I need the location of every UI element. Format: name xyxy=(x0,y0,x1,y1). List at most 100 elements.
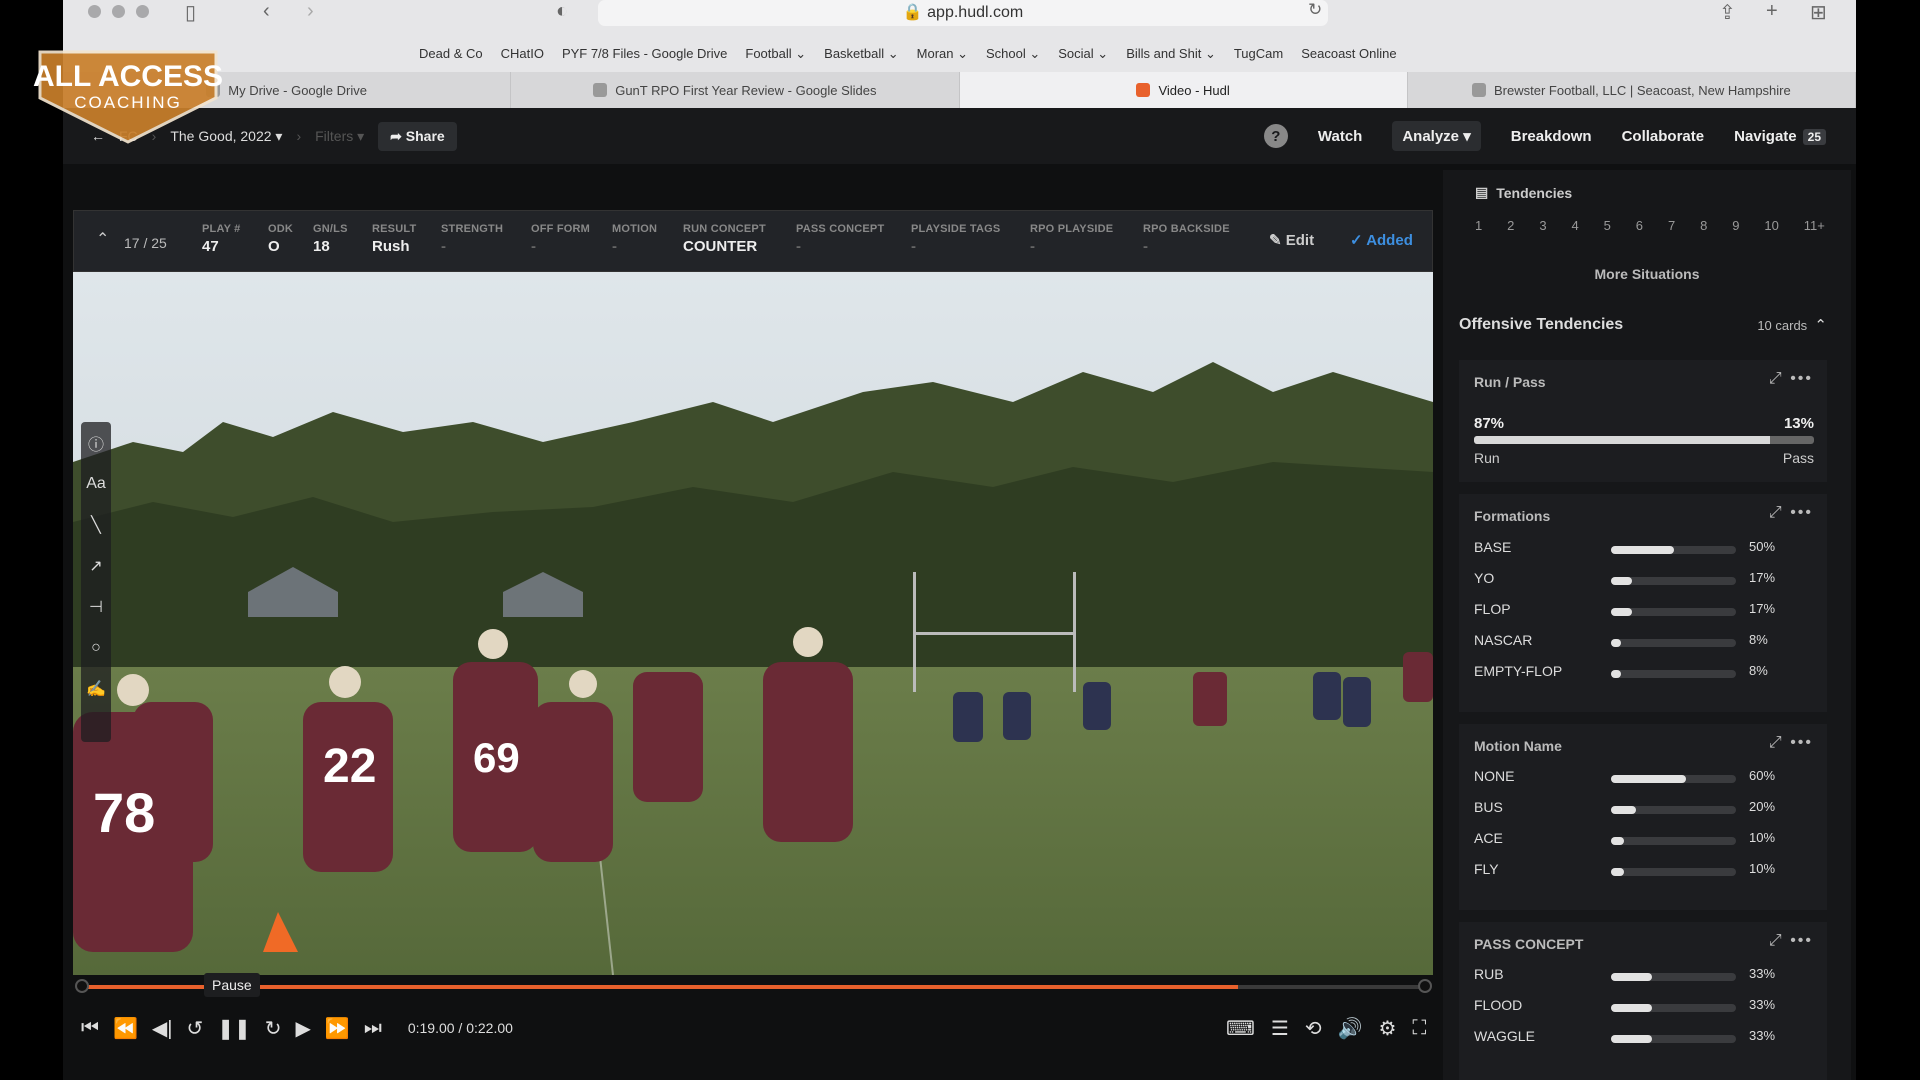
sidebar-toggle-icon[interactable]: ▯ xyxy=(185,0,196,25)
replay-icon[interactable]: ↺ xyxy=(186,1016,203,1041)
skip-to-start-icon[interactable]: ⏮ xyxy=(81,1017,99,1040)
tendency-row[interactable]: FLOP 17% xyxy=(1474,601,1819,621)
more-options-icon[interactable]: ••• xyxy=(1790,932,1813,949)
browser-tab-active[interactable]: Video - Hudl xyxy=(959,72,1408,108)
share-page-icon[interactable]: ⇪ xyxy=(1719,0,1736,25)
situation-number[interactable]: 4 xyxy=(1571,218,1578,233)
tendency-percent: 33% xyxy=(1749,966,1776,981)
bookmark[interactable]: Dead & Co xyxy=(419,46,483,62)
line-tool-icon[interactable]: ╲ xyxy=(81,504,111,545)
video-player[interactable]: 78 22 69 ⓘ Aa ╲ ↗ ⊣ ○ ✍ xyxy=(73,272,1433,975)
arrow-tool-icon[interactable]: ↗ xyxy=(81,545,111,586)
situation-number[interactable]: 5 xyxy=(1604,218,1611,233)
situation-number[interactable]: 10 xyxy=(1764,218,1778,233)
bookmark[interactable]: TugCam xyxy=(1234,46,1283,62)
bookmark-folder[interactable]: Basketball ⌄ xyxy=(824,46,898,62)
timeline-end-handle[interactable] xyxy=(1418,979,1432,993)
situation-number[interactable]: 1 xyxy=(1475,218,1482,233)
bookmark-folder[interactable]: Football ⌄ xyxy=(745,46,806,62)
filters-dropdown[interactable]: Filters ▾ xyxy=(315,128,364,145)
fast-forward-icon[interactable]: ⏩ xyxy=(325,1016,350,1041)
bookmark[interactable]: Seacoast Online xyxy=(1301,46,1396,62)
more-options-icon[interactable]: ••• xyxy=(1790,370,1813,387)
shield-icon[interactable]: ◐ xyxy=(556,0,568,23)
situation-number[interactable]: 7 xyxy=(1668,218,1675,233)
bookmark[interactable]: CHatIO xyxy=(501,46,544,62)
collaborate-tab[interactable]: Collaborate xyxy=(1622,128,1705,145)
expand-icon[interactable]: ⤢ xyxy=(1769,734,1784,751)
navigate-tab[interactable]: Navigate 25 xyxy=(1734,128,1826,145)
browser-tab[interactable]: GunT RPO First Year Review - Google Slid… xyxy=(511,72,960,108)
pause-icon[interactable]: ❚❚ xyxy=(217,1016,251,1041)
analyze-tab[interactable]: Analyze ▾ xyxy=(1392,121,1481,151)
situation-number[interactable]: 2 xyxy=(1507,218,1514,233)
help-icon[interactable]: ? xyxy=(1263,124,1288,148)
bookmark-folder[interactable]: Moran ⌄ xyxy=(917,46,968,62)
loop-icon[interactable]: ⟲ xyxy=(1305,1016,1322,1041)
volume-icon[interactable]: 🔊 xyxy=(1338,1016,1363,1041)
tendency-row[interactable]: BUS 20% xyxy=(1474,799,1819,819)
edit-button[interactable]: ✎ Edit xyxy=(1269,231,1314,249)
playlist-icon[interactable]: ☰ xyxy=(1271,1016,1289,1041)
address-bar[interactable]: 🔒 app.hudl.com xyxy=(598,0,1328,26)
tendency-row[interactable]: RUB 33% xyxy=(1474,966,1819,986)
new-tab-icon[interactable]: + xyxy=(1766,0,1778,23)
timeline-start-handle[interactable] xyxy=(75,979,89,993)
more-options-icon[interactable]: ••• xyxy=(1790,734,1813,751)
added-button[interactable]: ✓ Added xyxy=(1350,231,1413,249)
tendency-row[interactable]: NASCAR 8% xyxy=(1474,632,1819,652)
more-options-icon[interactable]: ••• xyxy=(1790,504,1813,521)
situation-number[interactable]: 11+ xyxy=(1804,218,1825,233)
minimize-window-button[interactable] xyxy=(112,5,125,18)
tendency-row[interactable]: BASE 50% xyxy=(1474,539,1819,559)
skip-forward-icon[interactable]: ↻ xyxy=(265,1016,282,1041)
expand-icon[interactable]: ⤢ xyxy=(1769,370,1784,387)
situation-number[interactable]: 6 xyxy=(1636,218,1643,233)
bookmark-folder[interactable]: Bills and Shit ⌄ xyxy=(1126,46,1216,62)
share-button[interactable]: ➦ Share xyxy=(378,121,457,151)
play-icon[interactable]: ▶ xyxy=(296,1016,311,1041)
close-window-button[interactable] xyxy=(88,5,101,18)
tendency-row[interactable]: NONE 60% xyxy=(1474,768,1819,788)
settings-gear-icon[interactable]: ⚙ xyxy=(1378,1016,1396,1041)
tendency-percent: 10% xyxy=(1749,830,1776,845)
tendency-row[interactable]: FLY 10% xyxy=(1474,861,1819,881)
text-tool-icon[interactable]: Aa xyxy=(81,463,111,504)
tendency-row[interactable]: FLOOD 33% xyxy=(1474,997,1819,1017)
chevron-up-icon[interactable]: ⌃ xyxy=(1814,317,1827,334)
breakdown-tab[interactable]: Breakdown xyxy=(1511,128,1592,145)
bookmark-folder[interactable]: School ⌄ xyxy=(986,46,1040,62)
more-situations-button[interactable]: More Situations xyxy=(1443,266,1851,282)
expand-icon[interactable]: ⤢ xyxy=(1769,932,1784,949)
tendency-row[interactable]: YO 17% xyxy=(1474,570,1819,590)
situation-number[interactable]: 8 xyxy=(1700,218,1707,233)
collapse-chevron-icon[interactable]: ⌃ xyxy=(96,229,109,249)
tendency-row[interactable]: WAGGLE 33% xyxy=(1474,1028,1819,1048)
keyboard-icon[interactable]: ⌨ xyxy=(1226,1016,1255,1041)
situation-number[interactable]: 9 xyxy=(1732,218,1739,233)
fullscreen-icon[interactable]: ⛶ xyxy=(1412,1017,1426,1040)
skip-to-end-icon[interactable]: ⏭ xyxy=(364,1017,382,1040)
bookmark-folder[interactable]: Social ⌄ xyxy=(1058,46,1108,62)
bookmark[interactable]: PYF 7/8 Files - Google Drive xyxy=(562,46,727,62)
tendency-row[interactable]: ACE 10% xyxy=(1474,830,1819,850)
card-title: Formations xyxy=(1474,508,1551,524)
freehand-tool-icon[interactable]: ✍ xyxy=(81,668,111,709)
back-icon[interactable]: ‹ xyxy=(263,0,270,23)
circle-tool-icon[interactable]: ○ xyxy=(81,627,111,668)
reload-icon[interactable]: ↻ xyxy=(1308,0,1322,20)
rewind-icon[interactable]: ⏪ xyxy=(113,1016,138,1041)
browser-tab[interactable]: Brewster Football, LLC | Seacoast, New H… xyxy=(1408,72,1856,108)
tab-overview-icon[interactable]: ⊞ xyxy=(1810,0,1827,25)
timeline-scrubber[interactable] xyxy=(75,979,1432,993)
situation-number[interactable]: 3 xyxy=(1539,218,1546,233)
expand-icon[interactable]: ⤢ xyxy=(1769,504,1784,521)
offensive-tendencies-header[interactable]: Offensive Tendencies 10 cards ⌃ xyxy=(1459,316,1827,334)
watch-tab[interactable]: Watch xyxy=(1318,128,1362,145)
tendency-row[interactable]: EMPTY-FLOP 8% xyxy=(1474,663,1819,683)
step-back-icon[interactable]: ◀| xyxy=(152,1016,173,1041)
info-icon[interactable]: ⓘ xyxy=(81,422,111,463)
forward-icon[interactable]: › xyxy=(307,0,314,23)
block-tool-icon[interactable]: ⊣ xyxy=(81,586,111,627)
zoom-window-button[interactable] xyxy=(136,5,149,18)
